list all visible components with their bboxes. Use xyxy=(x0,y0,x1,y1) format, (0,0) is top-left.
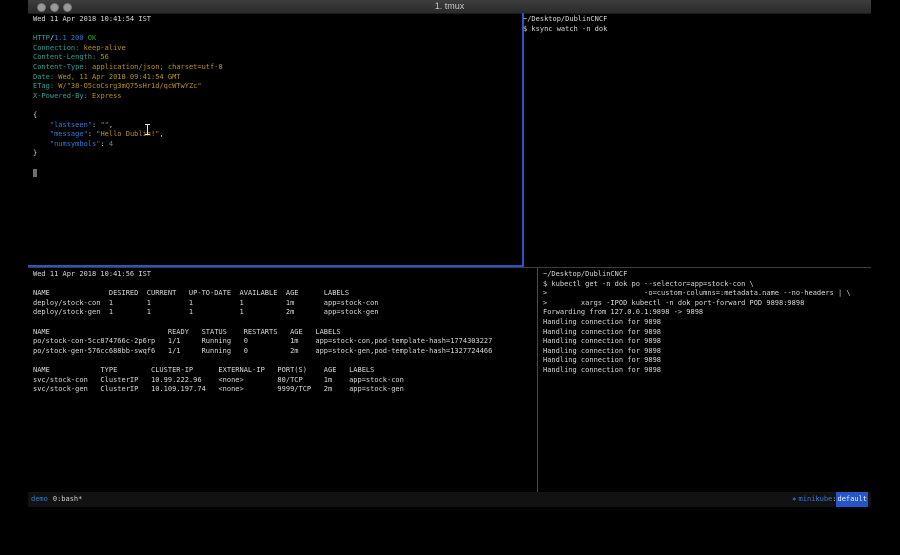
terminal-line: Date: Wed, 11 Apr 2018 09:41:54 GMT xyxy=(33,73,522,83)
terminal-line: "message": "Hello Dublin!", xyxy=(33,130,522,140)
terminal-line xyxy=(33,356,542,366)
terminal-line: svc/stock-con ClusterIP 10.99.222.96 <no… xyxy=(33,376,542,386)
terminal-line xyxy=(33,101,522,111)
terminal-line xyxy=(33,25,522,35)
terminal-line xyxy=(33,169,522,179)
window-title: 1. tmux xyxy=(28,0,871,13)
terminal-line: po/stock-gen-576cc688bb-swqf6 1/1 Runnin… xyxy=(33,347,542,357)
terminal-line: Handling connection for 9898 xyxy=(543,337,871,347)
terminal-line: Content-Type: application/json; charset=… xyxy=(33,63,522,73)
terminal-line: $ kubectl get -n dok po --selector=app=s… xyxy=(543,280,871,290)
terminal-line: ~/Desktop/DublinCNCF xyxy=(523,15,871,25)
tmux-status-bar: demo 0:bash* ⎈ minikube : default xyxy=(28,492,871,507)
status-right: ⎈ minikube : default xyxy=(792,492,871,507)
mouse-cursor-ibeam xyxy=(145,124,150,135)
terminal-line: Handling connection for 9898 xyxy=(543,366,871,376)
terminal-line: Forwarding from 127.0.0.1:9898 -> 9898 xyxy=(543,308,871,318)
terminal-line: > xargs -IPOD kubectl -n dok port-forwar… xyxy=(543,299,871,309)
terminal-line: Handling connection for 9898 xyxy=(543,347,871,357)
terminal-line: Wed 11 Apr 2018 10:41:54 IST xyxy=(33,15,522,25)
window-titlebar: 1. tmux xyxy=(28,0,871,14)
terminal-line: X-Powered-By: Express xyxy=(33,92,522,102)
terminal-line: Handling connection for 9898 xyxy=(543,356,871,366)
terminal-line: } xyxy=(33,149,522,159)
pane-http-response[interactable]: Wed 11 Apr 2018 10:41:54 IST HTTP/1.1 200… xyxy=(28,13,524,267)
terminal-line: Connection: keep-alive xyxy=(33,44,522,54)
terminal-line: deploy/stock-con 1 1 1 1 1m app=stock-co… xyxy=(33,299,542,309)
terminal-line: Handling connection for 9898 xyxy=(543,318,871,328)
terminal-line: ETag: W/"38-O5coCsrg3mQ75sHr1d/qcWTwYZc" xyxy=(33,82,522,92)
kube-namespace-badge: default xyxy=(836,492,868,507)
status-left: demo 0:bash* xyxy=(28,492,82,507)
terminal-line: NAME READY STATUS RESTARTS AGE LABELS xyxy=(33,328,542,338)
terminal-line xyxy=(33,280,542,290)
window-tab-bash[interactable]: 0:bash* xyxy=(53,492,83,507)
terminal-line: Wed 11 Apr 2018 10:41:56 IST xyxy=(33,270,542,280)
terminal-line: NAME TYPE CLUSTER-IP EXTERNAL-IP PORT(S)… xyxy=(33,366,542,376)
terminal-line: po/stock-con-5cc874766c-2p6rp 1/1 Runnin… xyxy=(33,337,542,347)
terminal-line: svc/stock-gen ClusterIP 10.109.197.74 <n… xyxy=(33,385,542,395)
terminal-line: { xyxy=(33,111,522,121)
session-name: demo xyxy=(31,492,48,507)
kubernetes-helm-icon: ⎈ xyxy=(792,492,796,507)
terminal-line: "lastseen": "", xyxy=(33,121,522,131)
terminal-line: NAME DESIRED CURRENT UP-TO-DATE AVAILABL… xyxy=(33,289,542,299)
terminal-line: ~/Desktop/DublinCNCF xyxy=(543,270,871,280)
terminal-line: $ ksync watch -n dok xyxy=(523,25,871,35)
terminal-line: deploy/stock-gen 1 1 1 1 2m app=stock-ge… xyxy=(33,308,542,318)
terminal-line xyxy=(33,159,522,169)
terminal-line: "numsymbols": 4 xyxy=(33,140,522,150)
pane-kubectl-get[interactable]: Wed 11 Apr 2018 10:41:56 IST NAME DESIRED… xyxy=(28,268,542,494)
pane-port-forward[interactable]: ~/Desktop/DublinCNCF$ kubectl get -n dok… xyxy=(538,268,871,494)
terminal-line xyxy=(33,318,542,328)
terminal-line: Handling connection for 9898 xyxy=(543,328,871,338)
kube-context: minikube xyxy=(799,492,833,507)
terminal-line: HTTP/1.1 200 OK xyxy=(33,34,522,44)
terminal-line: Content-Length: 56 xyxy=(33,53,522,63)
pane-ksync-watch[interactable]: ~/Desktop/DublinCNCF$ ksync watch -n dok xyxy=(519,13,871,265)
terminal-line: > -o=custom-columns=:metadata.name --no-… xyxy=(543,289,871,299)
terminal-window: 1. tmux Wed 11 Apr 2018 10:41:54 IST HTTP… xyxy=(28,0,871,507)
